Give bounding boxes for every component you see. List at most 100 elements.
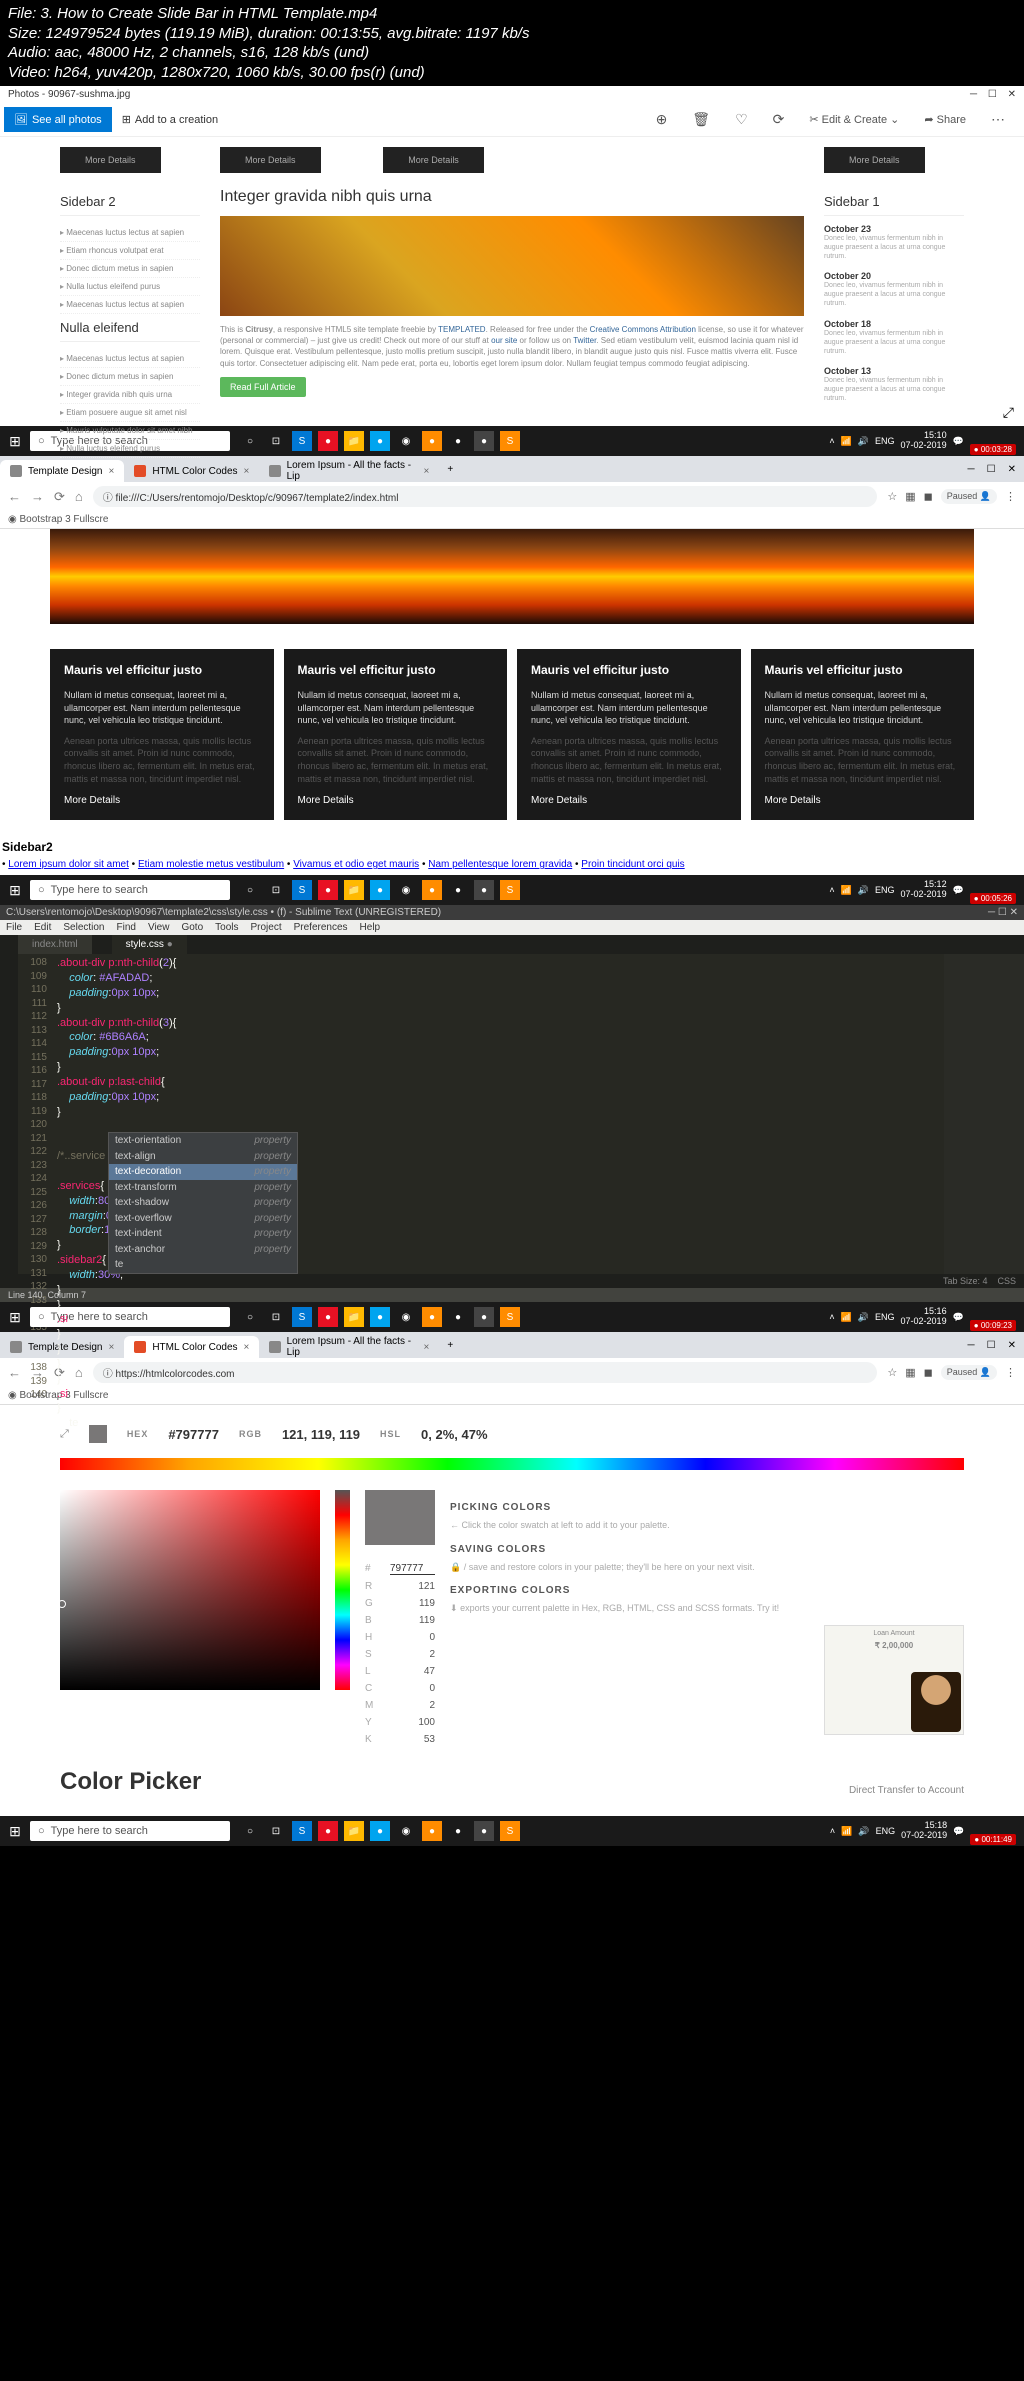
footer-link[interactable]: Proin tincidunt orci quis — [581, 859, 684, 870]
more-details-button[interactable]: More Details — [383, 147, 484, 173]
profile-paused[interactable]: Paused 👤 — [941, 489, 997, 504]
url-input[interactable]: ⓘ file:///C:/Users/rentomojo/Desktop/c/9… — [93, 486, 878, 507]
a[interactable]: 🔊 — [858, 1826, 869, 1837]
autocomplete-item[interactable]: text-alignproperty — [109, 1149, 297, 1165]
add-to-creation-button[interactable]: ⊞ Add to a creation — [112, 107, 228, 132]
tabsize[interactable]: Tab Size: 4 — [943, 1276, 988, 1286]
a[interactable]: S — [500, 880, 520, 900]
more-details-button[interactable]: More Details — [824, 147, 925, 173]
oursite-link[interactable]: our site — [491, 336, 517, 345]
see-all-photos-button[interactable]: 🖼 See all photos — [4, 107, 112, 132]
taskbar-search[interactable]: ○Type here to search — [30, 1821, 230, 1841]
menu-selection[interactable]: Selection — [63, 922, 104, 933]
more-details-link[interactable]: More Details — [298, 795, 494, 806]
minimize-button[interactable]: ─ — [968, 1340, 975, 1354]
maximize-button[interactable]: ☐ — [988, 89, 997, 100]
a[interactable]: ENG — [875, 885, 895, 895]
more-details-link[interactable]: More Details — [64, 795, 260, 806]
sublime-sidebar[interactable] — [0, 954, 18, 1274]
menu-file[interactable]: File — [6, 922, 22, 933]
syntax[interactable]: CSS — [997, 1276, 1016, 1286]
rotate-icon[interactable]: ⟳ — [773, 111, 785, 128]
a[interactable]: 🔊 — [858, 885, 869, 896]
list-item[interactable]: Etiam rhoncus volutpat erat — [60, 242, 200, 260]
list-item[interactable]: Maecenas luctus lectus at sapien — [60, 350, 200, 368]
save-icon[interactable]: 🔒 — [450, 1562, 461, 1572]
a[interactable]: ˄ — [830, 1826, 835, 1836]
a[interactable]: ● — [370, 880, 390, 900]
footer-link[interactable]: Lorem ipsum dolor sit amet — [8, 859, 129, 870]
a[interactable]: S — [292, 880, 312, 900]
a[interactable]: 💬 — [953, 1312, 964, 1323]
menu-tools[interactable]: Tools — [215, 922, 238, 933]
expand-icon[interactable]: ⤢ — [1003, 404, 1014, 421]
list-item[interactable]: Integer gravida nibh quis urna — [60, 386, 200, 404]
menu-icon[interactable]: ⋮ — [1005, 490, 1016, 503]
close-button[interactable]: ✕ — [1010, 907, 1018, 918]
home-button[interactable]: ⌂ — [75, 489, 83, 504]
a[interactable]: ● — [422, 1821, 442, 1841]
a[interactable]: ● — [318, 880, 338, 900]
taskbar-search[interactable]: ○Type here to search — [30, 880, 230, 900]
a[interactable]: ◉ — [396, 1821, 416, 1841]
extension-icon[interactable]: ◼ — [924, 490, 933, 503]
download-icon[interactable]: ⬇ — [450, 1603, 458, 1613]
a[interactable]: ○ — [240, 1821, 260, 1841]
more-icon[interactable]: ⋯ — [991, 111, 1005, 128]
minimap[interactable] — [944, 954, 1024, 1274]
minimize-button[interactable]: ─ — [988, 907, 995, 918]
a[interactable]: ENG — [876, 1826, 896, 1836]
profile-paused[interactable]: Paused 👤 — [941, 1365, 997, 1380]
autocomplete-item[interactable]: text-indentproperty — [109, 1226, 297, 1242]
forward-button[interactable]: → — [31, 1365, 44, 1380]
autocomplete-item[interactable]: te — [109, 1257, 297, 1273]
code-editor[interactable]: .about-div p:nth-child(2){ color: #AFADA… — [53, 954, 944, 1274]
autocomplete-item[interactable]: text-overflowproperty — [109, 1211, 297, 1227]
menu-goto[interactable]: Goto — [181, 922, 203, 933]
more-details-link[interactable]: More Details — [531, 795, 727, 806]
delete-icon[interactable]: 🗑 — [692, 111, 710, 128]
a[interactable]: 📶 — [841, 885, 852, 896]
hue-slider[interactable] — [335, 1490, 350, 1690]
autocomplete-item[interactable]: text-anchorproperty — [109, 1242, 297, 1258]
list-item[interactable]: Nulla luctus eleifend purus — [60, 440, 200, 458]
star-icon[interactable]: ☆ — [887, 490, 897, 503]
a[interactable]: 📁 — [344, 1821, 364, 1841]
list-item[interactable]: Donec dictum metus in sapien — [60, 260, 200, 278]
footer-link[interactable]: Etiam molestie metus vestibulum — [138, 859, 284, 870]
close-button[interactable]: ✕ — [1008, 1340, 1016, 1354]
list-item[interactable]: Etiam posuere augue sit amet nisl — [60, 404, 200, 422]
menu-view[interactable]: View — [148, 922, 170, 933]
a[interactable]: ● — [448, 1821, 468, 1841]
heart-icon[interactable]: ♡ — [735, 111, 748, 128]
a[interactable]: ● — [474, 1821, 494, 1841]
a[interactable]: ○ — [240, 880, 260, 900]
footer-link[interactable]: Nam pellentesque lorem gravida — [428, 859, 572, 870]
cc-link[interactable]: Creative Commons Attribution — [590, 325, 696, 334]
list-item[interactable]: Donec dictum metus in sapien — [60, 368, 200, 386]
back-button[interactable]: ← — [8, 1365, 21, 1380]
read-full-article-button[interactable]: Read Full Article — [220, 377, 306, 397]
back-button[interactable]: ← — [8, 489, 21, 504]
a[interactable]: 📁 — [344, 880, 364, 900]
menu-project[interactable]: Project — [251, 922, 282, 933]
edit-create-button[interactable]: ✂ Edit & Create ⌄ — [809, 113, 899, 126]
templated-link[interactable]: TEMPLATED — [438, 325, 485, 334]
a[interactable]: 💬 — [953, 1826, 964, 1837]
spectrum-bar[interactable] — [60, 1458, 964, 1470]
share-button[interactable]: ➦ Share — [924, 113, 966, 126]
start-button[interactable]: ⊞ — [0, 1823, 30, 1840]
menu-icon[interactable]: ⋮ — [1005, 1366, 1016, 1379]
twitter-link[interactable]: Twitter — [573, 336, 596, 345]
close-button[interactable]: ✕ — [1008, 89, 1016, 100]
a[interactable]: S — [292, 1821, 312, 1841]
saturation-picker[interactable] — [60, 1490, 320, 1690]
start-button[interactable]: ⊞ — [0, 882, 30, 899]
a[interactable]: ● — [422, 880, 442, 900]
clock[interactable]: 15:1207-02-2019 — [901, 880, 947, 900]
list-item[interactable]: Mauris vulputate dolor sit amet nibh — [60, 422, 200, 440]
a[interactable]: ● — [474, 880, 494, 900]
zoom-icon[interactable]: ⊕ — [656, 111, 668, 128]
autocomplete-item[interactable]: text-orientationproperty — [109, 1133, 297, 1149]
menu-preferences[interactable]: Preferences — [294, 922, 348, 933]
